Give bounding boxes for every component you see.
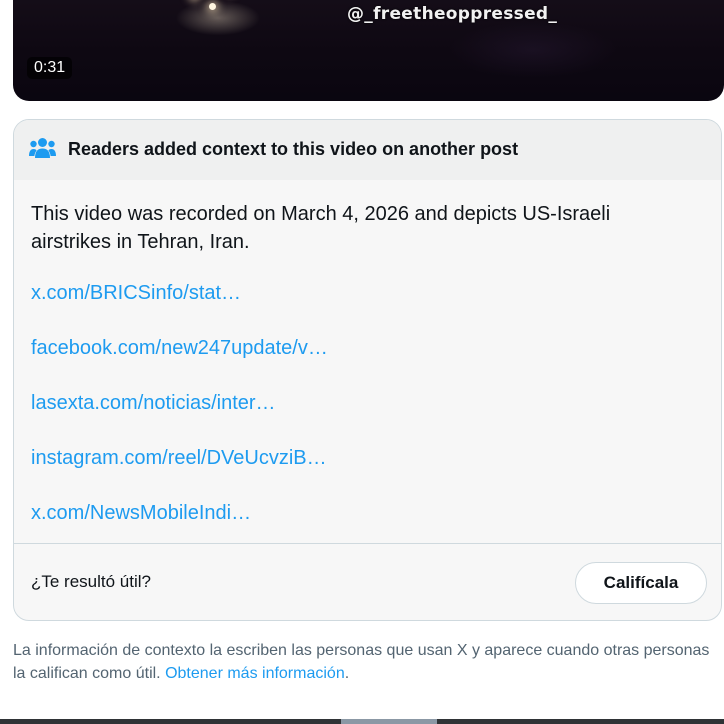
people-icon (29, 138, 56, 158)
video-watermark: @_freetheoppressed_ (347, 4, 558, 24)
community-note-card: Readers added context to this video on a… (13, 119, 722, 621)
community-note-title: Readers added context to this video on a… (68, 139, 519, 159)
post-page: @_freetheoppressed_ 0:31 Readers added c… (0, 0, 724, 724)
source-link-1[interactable]: x.com/BRICSinfo/stat… (31, 282, 241, 305)
learn-more-link[interactable]: Obtener más información (165, 665, 345, 682)
helpful-question: ¿Te resultó útil? (31, 572, 151, 591)
video-light (209, 3, 216, 10)
bottom-bar (0, 719, 724, 724)
community-note-header[interactable]: Readers added context to this video on a… (14, 120, 721, 180)
card-divider (14, 543, 721, 544)
rate-button[interactable]: Califícala (575, 562, 707, 604)
video-player[interactable]: @_freetheoppressed_ 0:31 (13, 0, 724, 101)
source-link-2[interactable]: facebook.com/new247update/v… (31, 337, 328, 360)
source-link-4[interactable]: instagram.com/reel/DVeUcvziB… (31, 447, 327, 470)
footer-period: . (344, 665, 350, 682)
footer-text: La información de contexto la escriben l… (13, 642, 710, 682)
context-footer: La información de contexto la escriben l… (13, 639, 713, 685)
scroll-indicator[interactable] (341, 719, 437, 724)
community-note-text: This video was recorded on March 4, 2026… (31, 203, 611, 253)
video-duration-badge: 0:31 (27, 57, 73, 79)
source-link-5[interactable]: x.com/NewsMobileIndi… (31, 502, 251, 525)
source-link-3[interactable]: lasexta.com/noticias/inter… (31, 392, 276, 415)
